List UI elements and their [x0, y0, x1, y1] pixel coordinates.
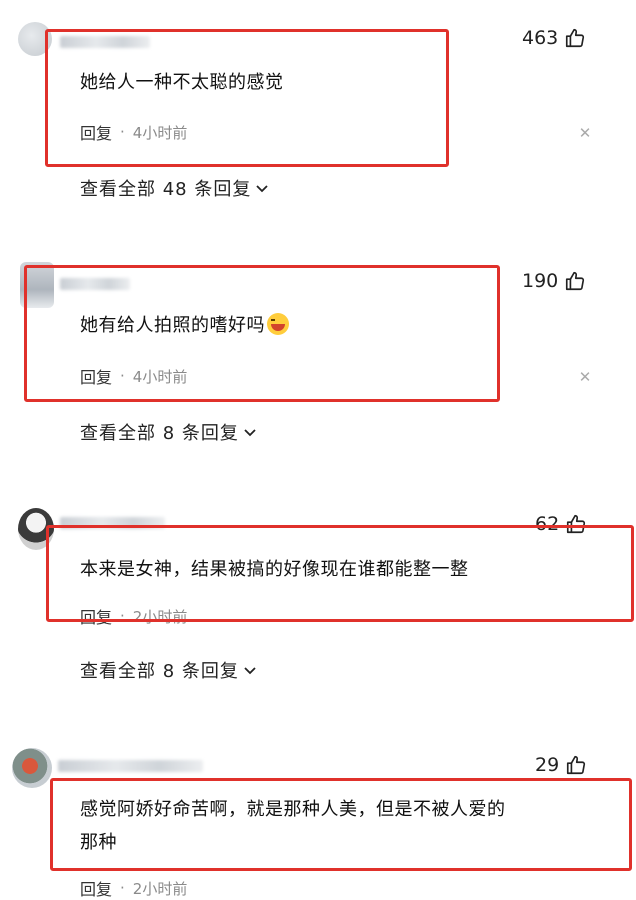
comment-meta: 回复 · 4小时前	[80, 120, 187, 144]
username-blurred	[60, 517, 165, 529]
comment-text: 本来是女神，结果被搞的好像现在谁都能整一整	[80, 559, 469, 580]
like-button[interactable]: 62	[535, 513, 587, 535]
comment-meta: 回复 · 2小时前	[80, 604, 187, 628]
chevron-down-icon	[243, 660, 257, 681]
separator-dot: ·	[120, 367, 125, 385]
separator-dot: ·	[120, 123, 125, 141]
view-all-replies-button[interactable]: 查看全部 8 条回复	[80, 657, 257, 683]
view-all-replies-label: 查看全部 48 条回复	[80, 179, 252, 200]
separator-dot: ·	[120, 879, 125, 897]
like-count: 463	[522, 27, 559, 49]
separator-dot: ·	[120, 607, 125, 625]
reply-button[interactable]: 回复	[80, 120, 112, 144]
chevron-down-icon	[255, 178, 269, 199]
view-all-replies-button[interactable]: 查看全部 8 条回复	[80, 419, 257, 445]
reply-button[interactable]: 回复	[80, 604, 112, 628]
thumbs-up-icon	[565, 513, 587, 535]
like-button[interactable]: 29	[535, 754, 587, 776]
comment-text-line-2: 那种	[80, 832, 117, 853]
view-all-replies-label: 查看全部 8 条回复	[80, 661, 239, 682]
comment-meta: 回复 · 2小时前	[80, 876, 187, 900]
avatar[interactable]	[20, 262, 54, 308]
close-icon[interactable]: ✕	[577, 368, 593, 386]
comment-text-row: 她有给人拍照的嗜好吗	[80, 309, 289, 343]
like-count: 62	[535, 513, 560, 535]
comment-time: 2小时前	[132, 879, 188, 898]
comment-time: 4小时前	[132, 123, 188, 142]
view-all-replies-label: 查看全部 8 条回复	[80, 423, 239, 444]
username-blurred	[60, 278, 130, 290]
comment-text-line-1: 感觉阿娇好命苦啊，就是那种人美，但是不被人爱的	[80, 799, 506, 820]
avatar[interactable]	[18, 22, 52, 56]
close-icon[interactable]: ✕	[577, 124, 593, 142]
view-all-replies-button[interactable]: 查看全部 48 条回复	[80, 175, 269, 201]
comment-text: 她给人一种不太聪的感觉	[80, 72, 284, 93]
username-blurred	[60, 36, 150, 48]
comment-meta: 回复 · 4小时前	[80, 364, 187, 388]
reply-button[interactable]: 回复	[80, 876, 112, 900]
thumbs-up-icon	[564, 270, 586, 292]
username-blurred	[58, 760, 203, 772]
comment-time: 4小时前	[132, 367, 188, 386]
grinning-face-emoji	[267, 313, 289, 335]
reply-button[interactable]: 回复	[80, 364, 112, 388]
like-count: 190	[522, 270, 559, 292]
comment-time: 2小时前	[132, 607, 188, 626]
comment-item: 463 她给人一种不太聪的感觉 回复 · 4小时前 ✕ 查看全部 48 条回复	[0, 0, 636, 230]
like-button[interactable]: 463	[522, 27, 586, 49]
avatar[interactable]	[18, 508, 54, 550]
avatar[interactable]	[12, 748, 52, 788]
like-count: 29	[535, 754, 560, 776]
chevron-down-icon	[243, 422, 257, 443]
thumbs-up-icon	[565, 754, 587, 776]
like-button[interactable]: 190	[522, 270, 586, 292]
thumbs-up-icon	[564, 27, 586, 49]
comment-text: 她有给人拍照的嗜好吗	[80, 315, 265, 336]
